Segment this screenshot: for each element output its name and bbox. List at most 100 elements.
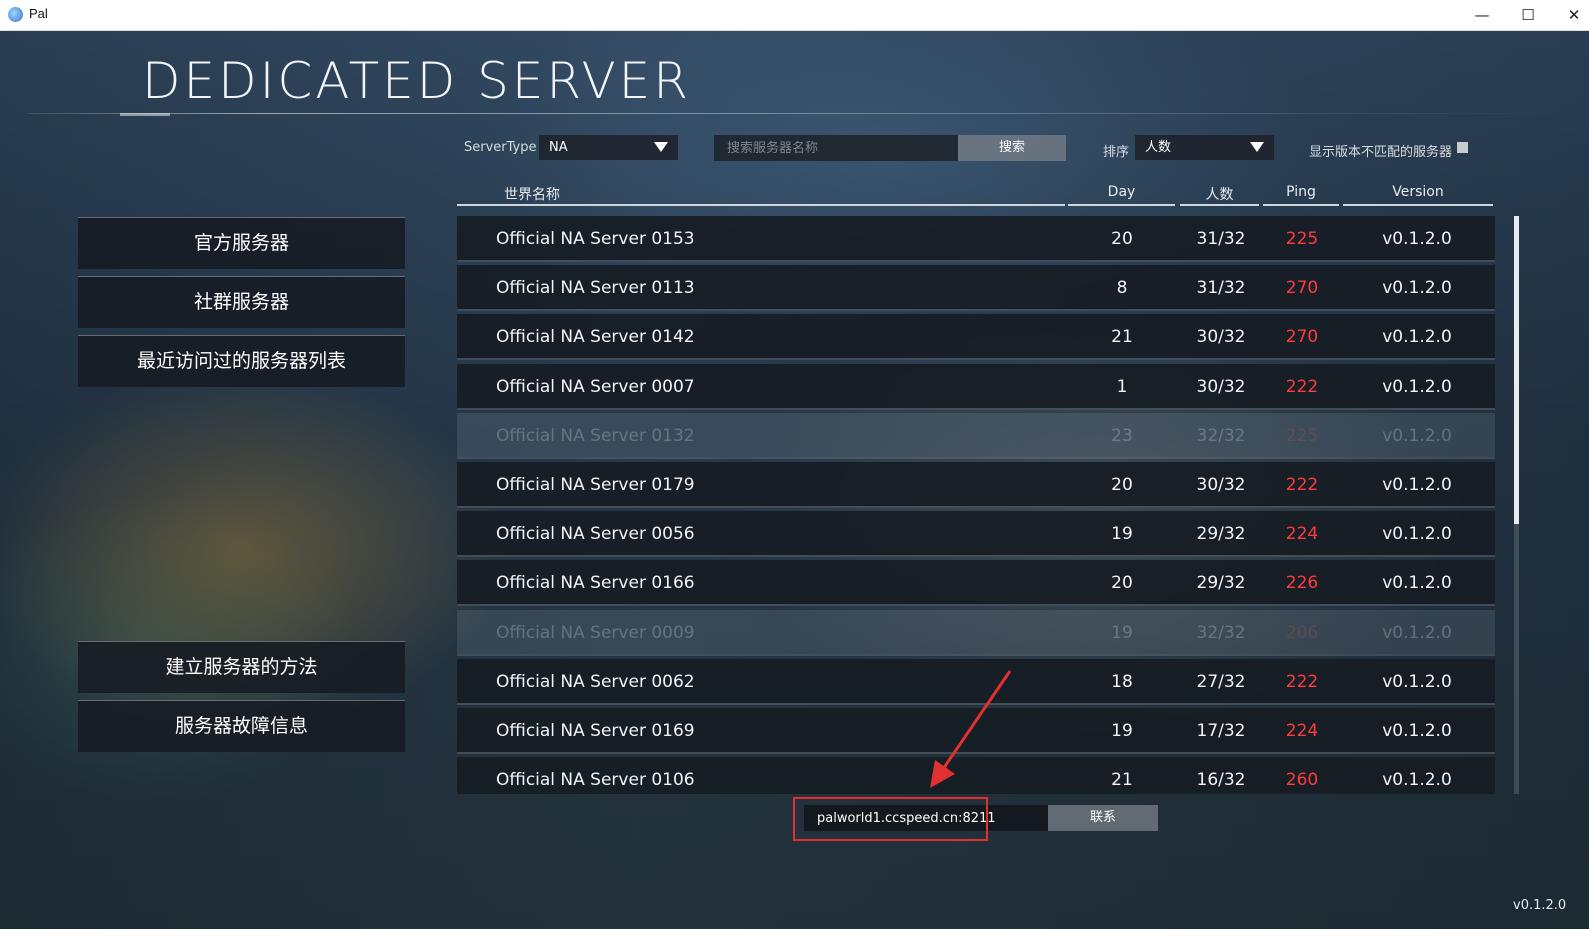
server-name: Official NA Server 0142 — [496, 327, 695, 348]
server-version: v0.1.2.0 — [1382, 573, 1452, 594]
server-name: Official NA Server 0009 — [496, 622, 695, 643]
server-list-scrollbar[interactable] — [1514, 216, 1519, 794]
server-name: Official NA Server 0153 — [496, 229, 695, 249]
server-players: 27/32 — [1196, 671, 1246, 692]
server-row[interactable]: Official NA Server 0153 20 31/32 225 v0.1.2.… — [457, 216, 1495, 262]
server-day: 21 — [1111, 770, 1133, 791]
column-header-day[interactable]: Day — [1068, 184, 1175, 206]
server-row[interactable]: Official NA Server 0179 20 30/32 222 v0.1.2.… — [457, 462, 1495, 508]
server-players: 29/32 — [1196, 573, 1246, 594]
server-day: 1 — [1116, 376, 1128, 397]
title-accent — [120, 113, 170, 116]
server-ping: 260 — [1285, 770, 1319, 791]
server-version: v0.1.2.0 — [1382, 770, 1452, 791]
server-day: 19 — [1111, 622, 1133, 643]
server-day: 20 — [1111, 475, 1133, 495]
server-ping: 225 — [1285, 425, 1319, 446]
server-row[interactable]: Official NA Server 0166 20 29/32 226 v0.1.2.… — [457, 560, 1495, 607]
server-version: v0.1.2.0 — [1382, 425, 1452, 446]
sort-value: 人数 — [1145, 140, 1172, 155]
server-row[interactable]: Official NA Server 0007 1 30/32 222 v0.1.2.0 — [457, 363, 1495, 410]
minimize-button[interactable]: — — [1459, 0, 1505, 30]
server-ping: 222 — [1285, 376, 1319, 397]
header-underline — [1180, 204, 1259, 206]
server-day: 20 — [1111, 573, 1133, 594]
server-name: Official NA Server 0179 — [496, 475, 695, 495]
server-type-label: ServerType — [464, 140, 537, 155]
server-day: 18 — [1111, 671, 1133, 692]
official-servers-button[interactable]: 官方服务器 — [78, 217, 405, 269]
server-ping: 270 — [1285, 327, 1319, 348]
server-row[interactable]: Official NA Server 0113 8 31/32 270 v0.1.2.0 — [457, 265, 1495, 312]
recent-servers-button[interactable]: 最近访问过的服务器列表 — [78, 335, 405, 387]
header-underline — [457, 204, 1065, 206]
server-ping: 206 — [1285, 622, 1319, 643]
annotation-arrow-icon — [930, 670, 1012, 788]
maximize-button[interactable]: ☐ — [1505, 0, 1551, 30]
server-players: 32/32 — [1196, 622, 1246, 643]
how-to-host-button[interactable]: 建立服务器的方法 — [78, 641, 405, 693]
server-ping: 224 — [1285, 524, 1319, 545]
server-players: 31/32 — [1196, 229, 1246, 249]
server-version: v0.1.2.0 — [1382, 327, 1452, 348]
server-ping: 222 — [1285, 671, 1319, 692]
game-version-label: v0.1.2.0 — [1513, 898, 1567, 913]
server-type-dropdown[interactable]: NA — [539, 135, 678, 160]
header-underline — [1068, 204, 1175, 206]
server-outage-button[interactable]: 服务器故障信息 — [78, 700, 405, 752]
page-title: DEDICATED SERVER — [142, 52, 691, 110]
server-day: 20 — [1111, 229, 1133, 249]
server-players: 31/32 — [1196, 278, 1246, 299]
server-ping: 226 — [1285, 573, 1319, 594]
server-name: Official NA Server 0106 — [496, 770, 695, 791]
server-type-value: NA — [549, 140, 568, 155]
server-version: v0.1.2.0 — [1382, 475, 1452, 495]
server-players: 32/32 — [1196, 425, 1246, 446]
server-name: Official NA Server 0132 — [496, 425, 695, 446]
server-version: v0.1.2.0 — [1382, 622, 1452, 643]
close-button[interactable]: ✕ — [1551, 0, 1589, 30]
server-ping: 225 — [1285, 229, 1319, 249]
server-version: v0.1.2.0 — [1382, 524, 1452, 545]
version-mismatch-checkbox[interactable] — [1457, 142, 1468, 153]
server-row[interactable]: Official NA Server 0056 19 29/32 224 v0.1.2.… — [457, 511, 1495, 558]
search-button[interactable]: 搜索 — [958, 135, 1066, 161]
sort-label: 排序 — [1103, 145, 1130, 160]
column-header-ping[interactable]: Ping — [1263, 184, 1339, 206]
server-day: 23 — [1111, 425, 1133, 446]
server-day: 19 — [1111, 721, 1133, 741]
sort-dropdown[interactable]: 人数 — [1135, 135, 1274, 160]
server-players: 30/32 — [1196, 475, 1246, 495]
column-header-players[interactable]: 人数 — [1180, 184, 1259, 206]
chevron-down-icon — [654, 142, 668, 152]
server-name: Official NA Server 0062 — [496, 671, 695, 692]
server-players: 17/32 — [1196, 721, 1246, 741]
window-titlebar: Pal — ☐ ✕ — [0, 0, 1589, 31]
server-players: 30/32 — [1196, 376, 1246, 397]
header-underline — [1343, 204, 1493, 206]
server-row[interactable]: Official NA Server 0132 23 32/32 225 v0.1.2.… — [457, 412, 1495, 459]
server-version: v0.1.2.0 — [1382, 229, 1452, 249]
server-name: Official NA Server 0007 — [496, 376, 695, 397]
server-row[interactable]: Official NA Server 0009 19 32/32 206 v0.1.2.… — [457, 609, 1495, 656]
column-header-name[interactable]: 世界名称 — [457, 184, 607, 206]
server-ping: 270 — [1285, 278, 1319, 299]
server-version: v0.1.2.0 — [1382, 278, 1452, 299]
server-ping: 222 — [1285, 475, 1319, 495]
server-name: Official NA Server 0169 — [496, 721, 695, 741]
server-version: v0.1.2.0 — [1382, 721, 1452, 741]
server-search-input[interactable] — [714, 135, 958, 161]
server-ping: 224 — [1285, 721, 1319, 741]
server-name: Official NA Server 0056 — [496, 524, 695, 545]
community-servers-button[interactable]: 社群服务器 — [78, 276, 405, 328]
server-row[interactable]: Official NA Server 0142 21 30/32 270 v0.1.2.… — [457, 314, 1495, 361]
server-players: 29/32 — [1196, 524, 1246, 545]
app-icon — [8, 7, 23, 22]
connect-button[interactable]: 联系 — [1048, 805, 1158, 831]
scrollbar-thumb[interactable] — [1514, 216, 1519, 524]
header-underline — [1263, 204, 1339, 206]
server-day: 19 — [1111, 524, 1133, 545]
server-day: 8 — [1116, 278, 1128, 299]
column-header-version[interactable]: Version — [1343, 184, 1493, 206]
chevron-down-icon — [1250, 142, 1264, 152]
